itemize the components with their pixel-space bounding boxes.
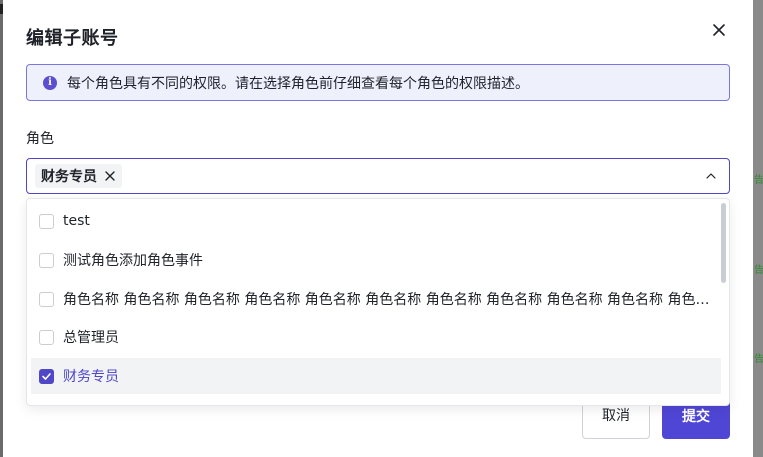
selected-role-tag-label: 财务专员 (41, 169, 97, 185)
role-field-label: 角色 (26, 131, 54, 147)
info-banner: i 每个角色具有不同的权限。请在选择角色前仔细查看每个角色的权限描述。 (26, 64, 730, 101)
remove-tag-button[interactable] (104, 170, 116, 182)
close-button[interactable] (709, 20, 729, 40)
close-icon (105, 171, 115, 181)
checkbox[interactable] (39, 213, 54, 229)
checkbox[interactable] (39, 252, 54, 268)
role-option-label: 角色名称 角色名称 角色名称 角色名称 角色名称 角色名称 角色名称 角色名称 … (63, 292, 713, 308)
background-glyph: 告 (754, 265, 763, 276)
checkbox[interactable] (39, 291, 54, 307)
info-icon: i (43, 75, 57, 90)
checkbox-checked[interactable] (39, 368, 54, 384)
dialog-title: 编辑子账号 (26, 28, 119, 49)
role-option[interactable]: 总管理员 (31, 319, 721, 355)
info-banner-text: 每个角色具有不同的权限。请在选择角色前仔细查看每个角色的权限描述。 (67, 75, 529, 92)
role-option[interactable]: 财务专员 (31, 358, 721, 394)
edit-sub-account-dialog: 编辑子账号 i 每个角色具有不同的权限。请在选择角色前仔细查看每个角色的权限描述… (3, 0, 753, 457)
role-option[interactable]: 测试角色添加角色事件 (31, 242, 721, 278)
checkbox[interactable] (39, 329, 54, 345)
role-option-label: 财务专员 (63, 369, 119, 385)
chevron-up-icon[interactable] (705, 170, 717, 182)
role-option-label: 总管理员 (63, 330, 119, 346)
role-option-label: test (63, 213, 90, 229)
background-page-right-edge: 告 告 告 (753, 0, 763, 457)
role-dropdown: test 测试角色添加角色事件 角色名称 角色名称 角色名称 角色名称 角色名称… (26, 198, 730, 406)
role-option[interactable]: 角色名称 角色名称 角色名称 角色名称 角色名称 角色名称 角色名称 角色名称 … (31, 281, 721, 317)
role-option[interactable]: test (31, 203, 721, 239)
role-select[interactable]: 财务专员 (26, 158, 730, 194)
background-glyph: 告 (754, 175, 763, 186)
selected-role-tag: 财务专员 (35, 164, 122, 188)
background-glyph: 告 (754, 354, 763, 365)
checkmark-icon (42, 372, 51, 380)
role-option-label: 测试角色添加角色事件 (63, 253, 203, 269)
close-icon (713, 24, 725, 36)
dropdown-scrollbar[interactable] (721, 203, 726, 283)
